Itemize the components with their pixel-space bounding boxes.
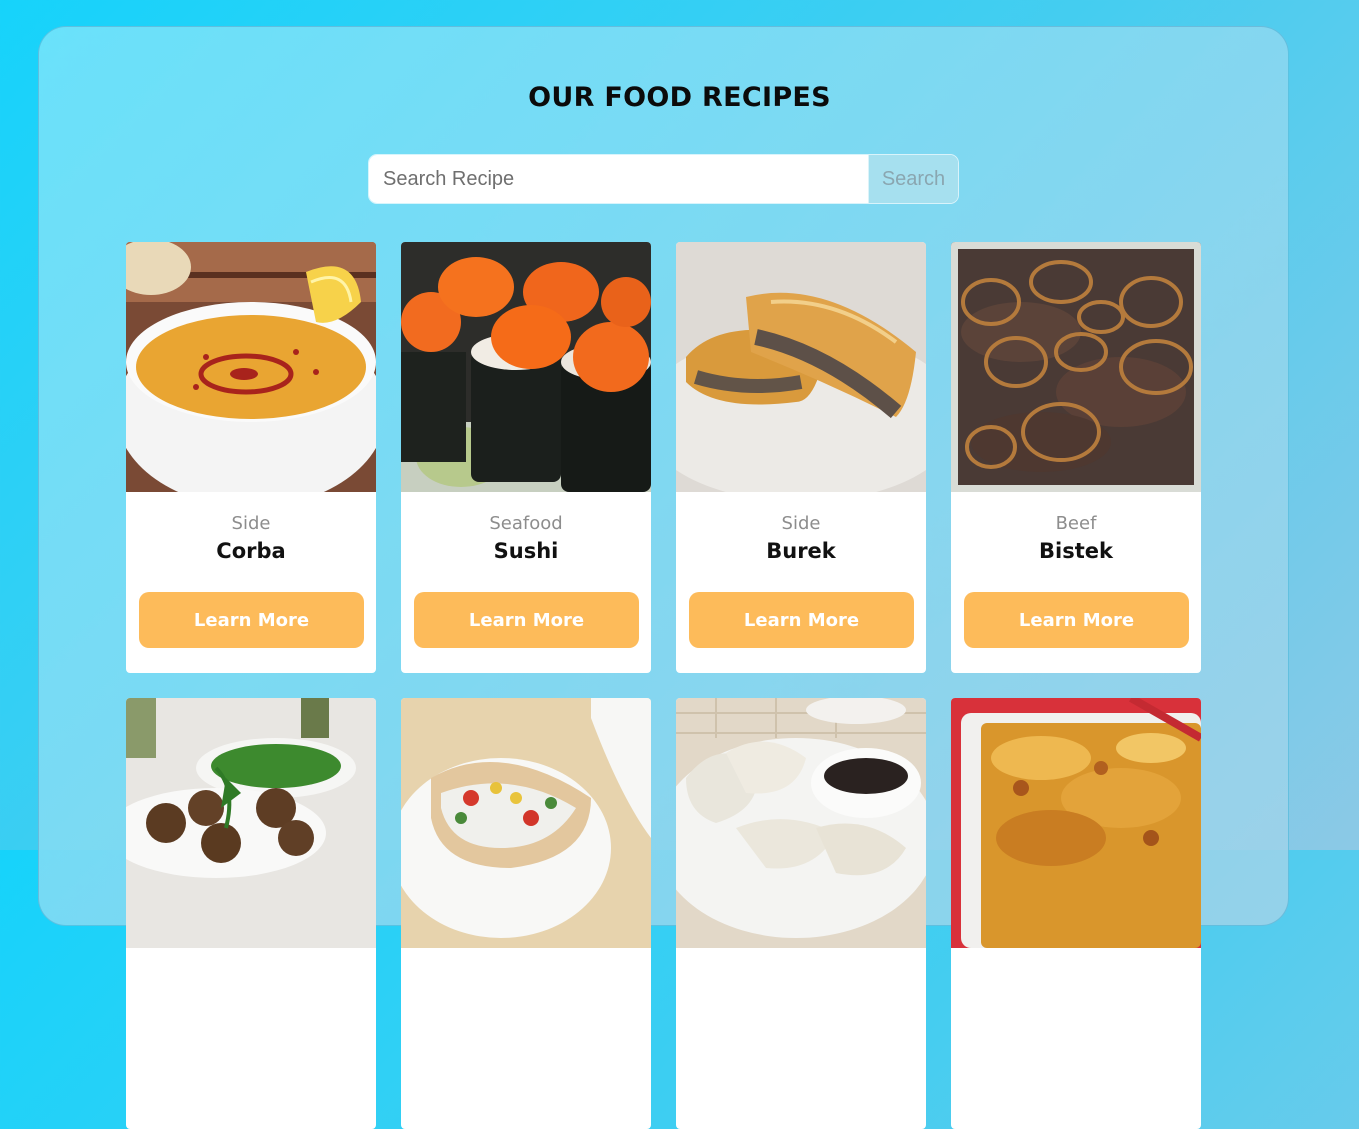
recipe-category: Beef (1055, 513, 1097, 534)
recipe-card (401, 698, 651, 1129)
learn-more-button[interactable]: Learn More (689, 592, 914, 648)
recipe-card: Side Corba Learn More (126, 242, 376, 673)
recipe-name: Corba (216, 539, 286, 563)
recipe-name: Burek (766, 539, 836, 563)
recipe-card: Side Burek Learn More (676, 242, 926, 673)
recipe-image[interactable] (676, 698, 926, 948)
recipe-image[interactable] (126, 242, 376, 492)
search-bar: Search (368, 154, 959, 204)
recipe-card: Beef Bistek Learn More (951, 242, 1201, 673)
learn-more-button[interactable]: Learn More (414, 592, 639, 648)
search-button[interactable]: Search (868, 155, 958, 203)
recipe-card: Seafood Sushi Learn More (401, 242, 651, 673)
search-input[interactable] (369, 155, 868, 203)
recipe-name: Sushi (493, 539, 559, 563)
recipe-image[interactable] (951, 698, 1201, 948)
recipe-image[interactable] (676, 242, 926, 492)
recipe-name: Bistek (1039, 539, 1113, 563)
recipe-image[interactable] (126, 698, 376, 948)
recipe-image[interactable] (951, 242, 1201, 492)
recipe-category: Side (231, 513, 271, 534)
page-title: OUR FOOD RECIPES (528, 82, 831, 113)
learn-more-button[interactable]: Learn More (139, 592, 364, 648)
recipe-image[interactable] (401, 242, 651, 492)
recipe-card (951, 698, 1201, 1129)
recipe-category: Seafood (489, 513, 563, 534)
recipe-card (676, 698, 926, 1129)
recipe-card (126, 698, 376, 1129)
recipe-category: Side (781, 513, 821, 534)
learn-more-button[interactable]: Learn More (964, 592, 1189, 648)
recipe-image[interactable] (401, 698, 651, 948)
